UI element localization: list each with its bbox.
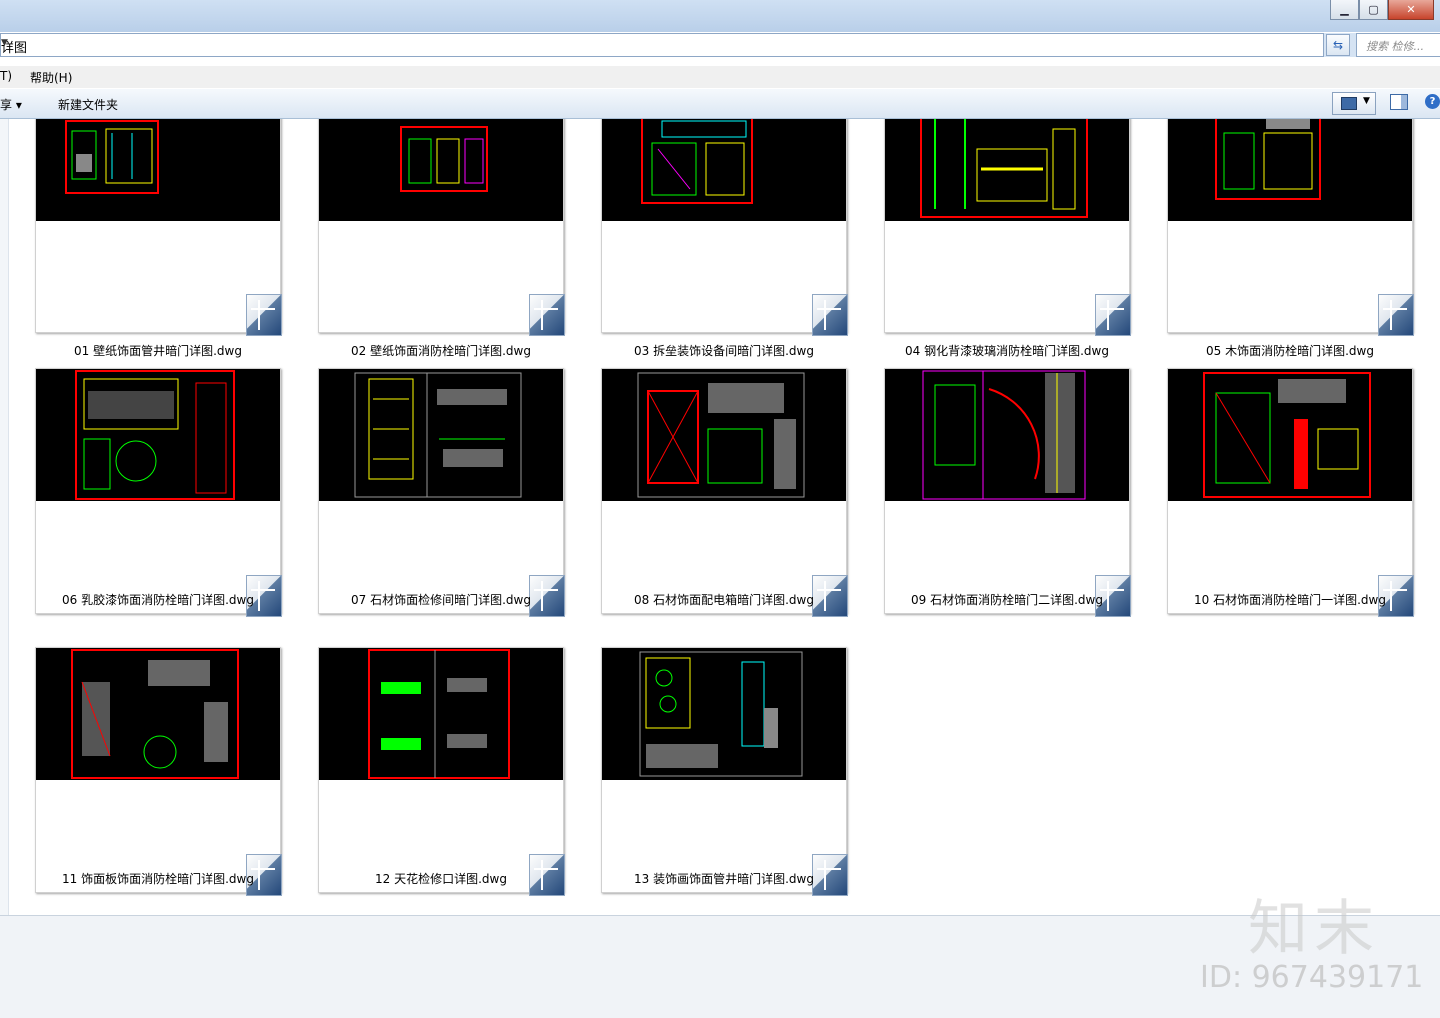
cad-preview [36,648,280,780]
refresh-button[interactable]: ⇆ [1326,34,1350,56]
file-item[interactable]: 03 拆垒装饰设备间暗门详图.dwg [601,119,848,404]
window-title-bar: ▁ ▢ ✕ [0,0,1440,32]
file-item[interactable]: 10 石材饰面消防栓暗门一详图.dwg [1167,368,1414,653]
file-item[interactable]: 04 钢化背漆玻璃消防栓暗门详图.dwg [884,119,1131,404]
cad-preview [319,119,563,221]
file-item[interactable]: 01 壁纸饰面管井暗门详图.dwg [35,119,282,404]
file-name: 06 乳胶漆饰面消防栓暗门详图.dwg [62,593,254,607]
file-item[interactable]: 02 壁纸饰面消防栓暗门详图.dwg [318,119,565,404]
cad-preview [602,369,846,501]
cad-preview [36,369,280,501]
menu-tools[interactable]: T) [0,69,12,83]
file-name: 09 石材饰面消防栓暗门二详图.dwg [911,593,1103,607]
address-bar[interactable]: 详图 ▼ [0,33,1324,57]
file-name: 02 壁纸饰面消防栓暗门详图.dwg [351,344,531,358]
file-thumbnail [318,647,565,896]
cad-preview [36,119,280,221]
navigation-pane-edge [0,119,9,915]
cad-preview [885,369,1129,501]
file-thumbnail [35,647,282,896]
file-item[interactable]: 06 乳胶漆饰面消防栓暗门详图.dwg [35,368,282,653]
maximize-button[interactable]: ▢ [1359,0,1388,20]
file-thumbnail [318,119,565,336]
menu-bar: T) 帮助(H) [0,66,1440,88]
search-placeholder: 搜索 检修... [1366,40,1424,53]
file-item[interactable]: 08 石材饰面配电箱暗门详图.dwg [601,368,848,653]
file-name: 03 拆垒装饰设备间暗门详图.dwg [634,344,814,358]
preview-pane-icon[interactable] [1390,94,1408,110]
file-thumbnail [318,368,565,617]
dwg-file-icon [529,294,565,336]
address-row: 详图 ▼ ⇆ 搜索 检修... [0,33,1440,57]
file-list-view: 01 壁纸饰面管井暗门详图.dwg 02 壁纸饰面消防栓暗门详图.dwg 03 … [0,119,1440,915]
cad-preview [319,369,563,501]
dwg-file-icon [246,294,282,336]
watermark-id: ID: 967439171 [1200,960,1424,995]
file-thumbnail [601,647,848,896]
file-thumbnail [35,119,282,336]
file-thumbnail [1167,368,1414,617]
file-name: 05 木饰面消防栓暗门详图.dwg [1206,344,1374,358]
file-thumbnail [601,368,848,617]
watermark-brand: 知末 [1248,894,1380,964]
command-bar: 享 ▾ 新建文件夹 ▼ ? [0,89,1440,119]
file-thumbnail [884,368,1131,617]
chevron-down-icon[interactable]: ▼ [1,38,1319,48]
view-icon [1341,97,1357,110]
minimize-button[interactable]: ▁ [1330,0,1359,20]
file-thumbnail [35,368,282,617]
file-item[interactable]: 07 石材饰面检修间暗门详图.dwg [318,368,565,653]
file-item[interactable]: 05 木饰面消防栓暗门详图.dwg [1167,119,1414,404]
cad-preview [1168,369,1412,501]
new-folder-button[interactable]: 新建文件夹 [58,96,118,113]
change-view-button[interactable]: ▼ [1332,92,1376,115]
file-name: 08 石材饰面配电箱暗门详图.dwg [634,593,814,607]
search-input[interactable]: 搜索 检修... [1356,33,1440,57]
dwg-file-icon [812,294,848,336]
menu-help[interactable]: 帮助(H) [30,69,72,86]
file-thumbnail [884,119,1131,336]
help-icon[interactable]: ? [1425,94,1440,109]
file-thumbnail [601,119,848,336]
close-button[interactable]: ✕ [1388,0,1434,20]
cad-preview [602,119,846,221]
file-name: 13 装饰画饰面管井暗门详图.dwg [634,872,814,886]
file-name: 07 石材饰面检修间暗门详图.dwg [351,593,531,607]
file-item[interactable]: 12 天花检修口详图.dwg [318,647,565,915]
file-name: 10 石材饰面消防栓暗门一详图.dwg [1194,593,1386,607]
window-controls: ▁ ▢ ✕ [1330,0,1434,20]
cad-preview [885,119,1129,221]
cad-preview [319,648,563,780]
file-name: 01 壁纸饰面管井暗门详图.dwg [74,344,242,358]
file-name: 11 饰面板饰面消防栓暗门详图.dwg [62,872,254,886]
file-item[interactable]: 11 饰面板饰面消防栓暗门详图.dwg [35,647,282,915]
file-item[interactable]: 09 石材饰面消防栓暗门二详图.dwg [884,368,1131,653]
file-name: 12 天花检修口详图.dwg [375,872,507,886]
file-thumbnail [1167,119,1414,336]
cad-preview [602,648,846,780]
file-name: 04 钢化背漆玻璃消防栓暗门详图.dwg [905,344,1109,358]
dwg-file-icon [1378,294,1414,336]
chevron-down-icon: ▼ [1363,96,1370,106]
file-item[interactable]: 13 装饰画饰面管井暗门详图.dwg [601,647,848,915]
share-button[interactable]: 享 ▾ [0,96,22,113]
dwg-file-icon [1095,294,1131,336]
cad-preview [1168,119,1412,221]
